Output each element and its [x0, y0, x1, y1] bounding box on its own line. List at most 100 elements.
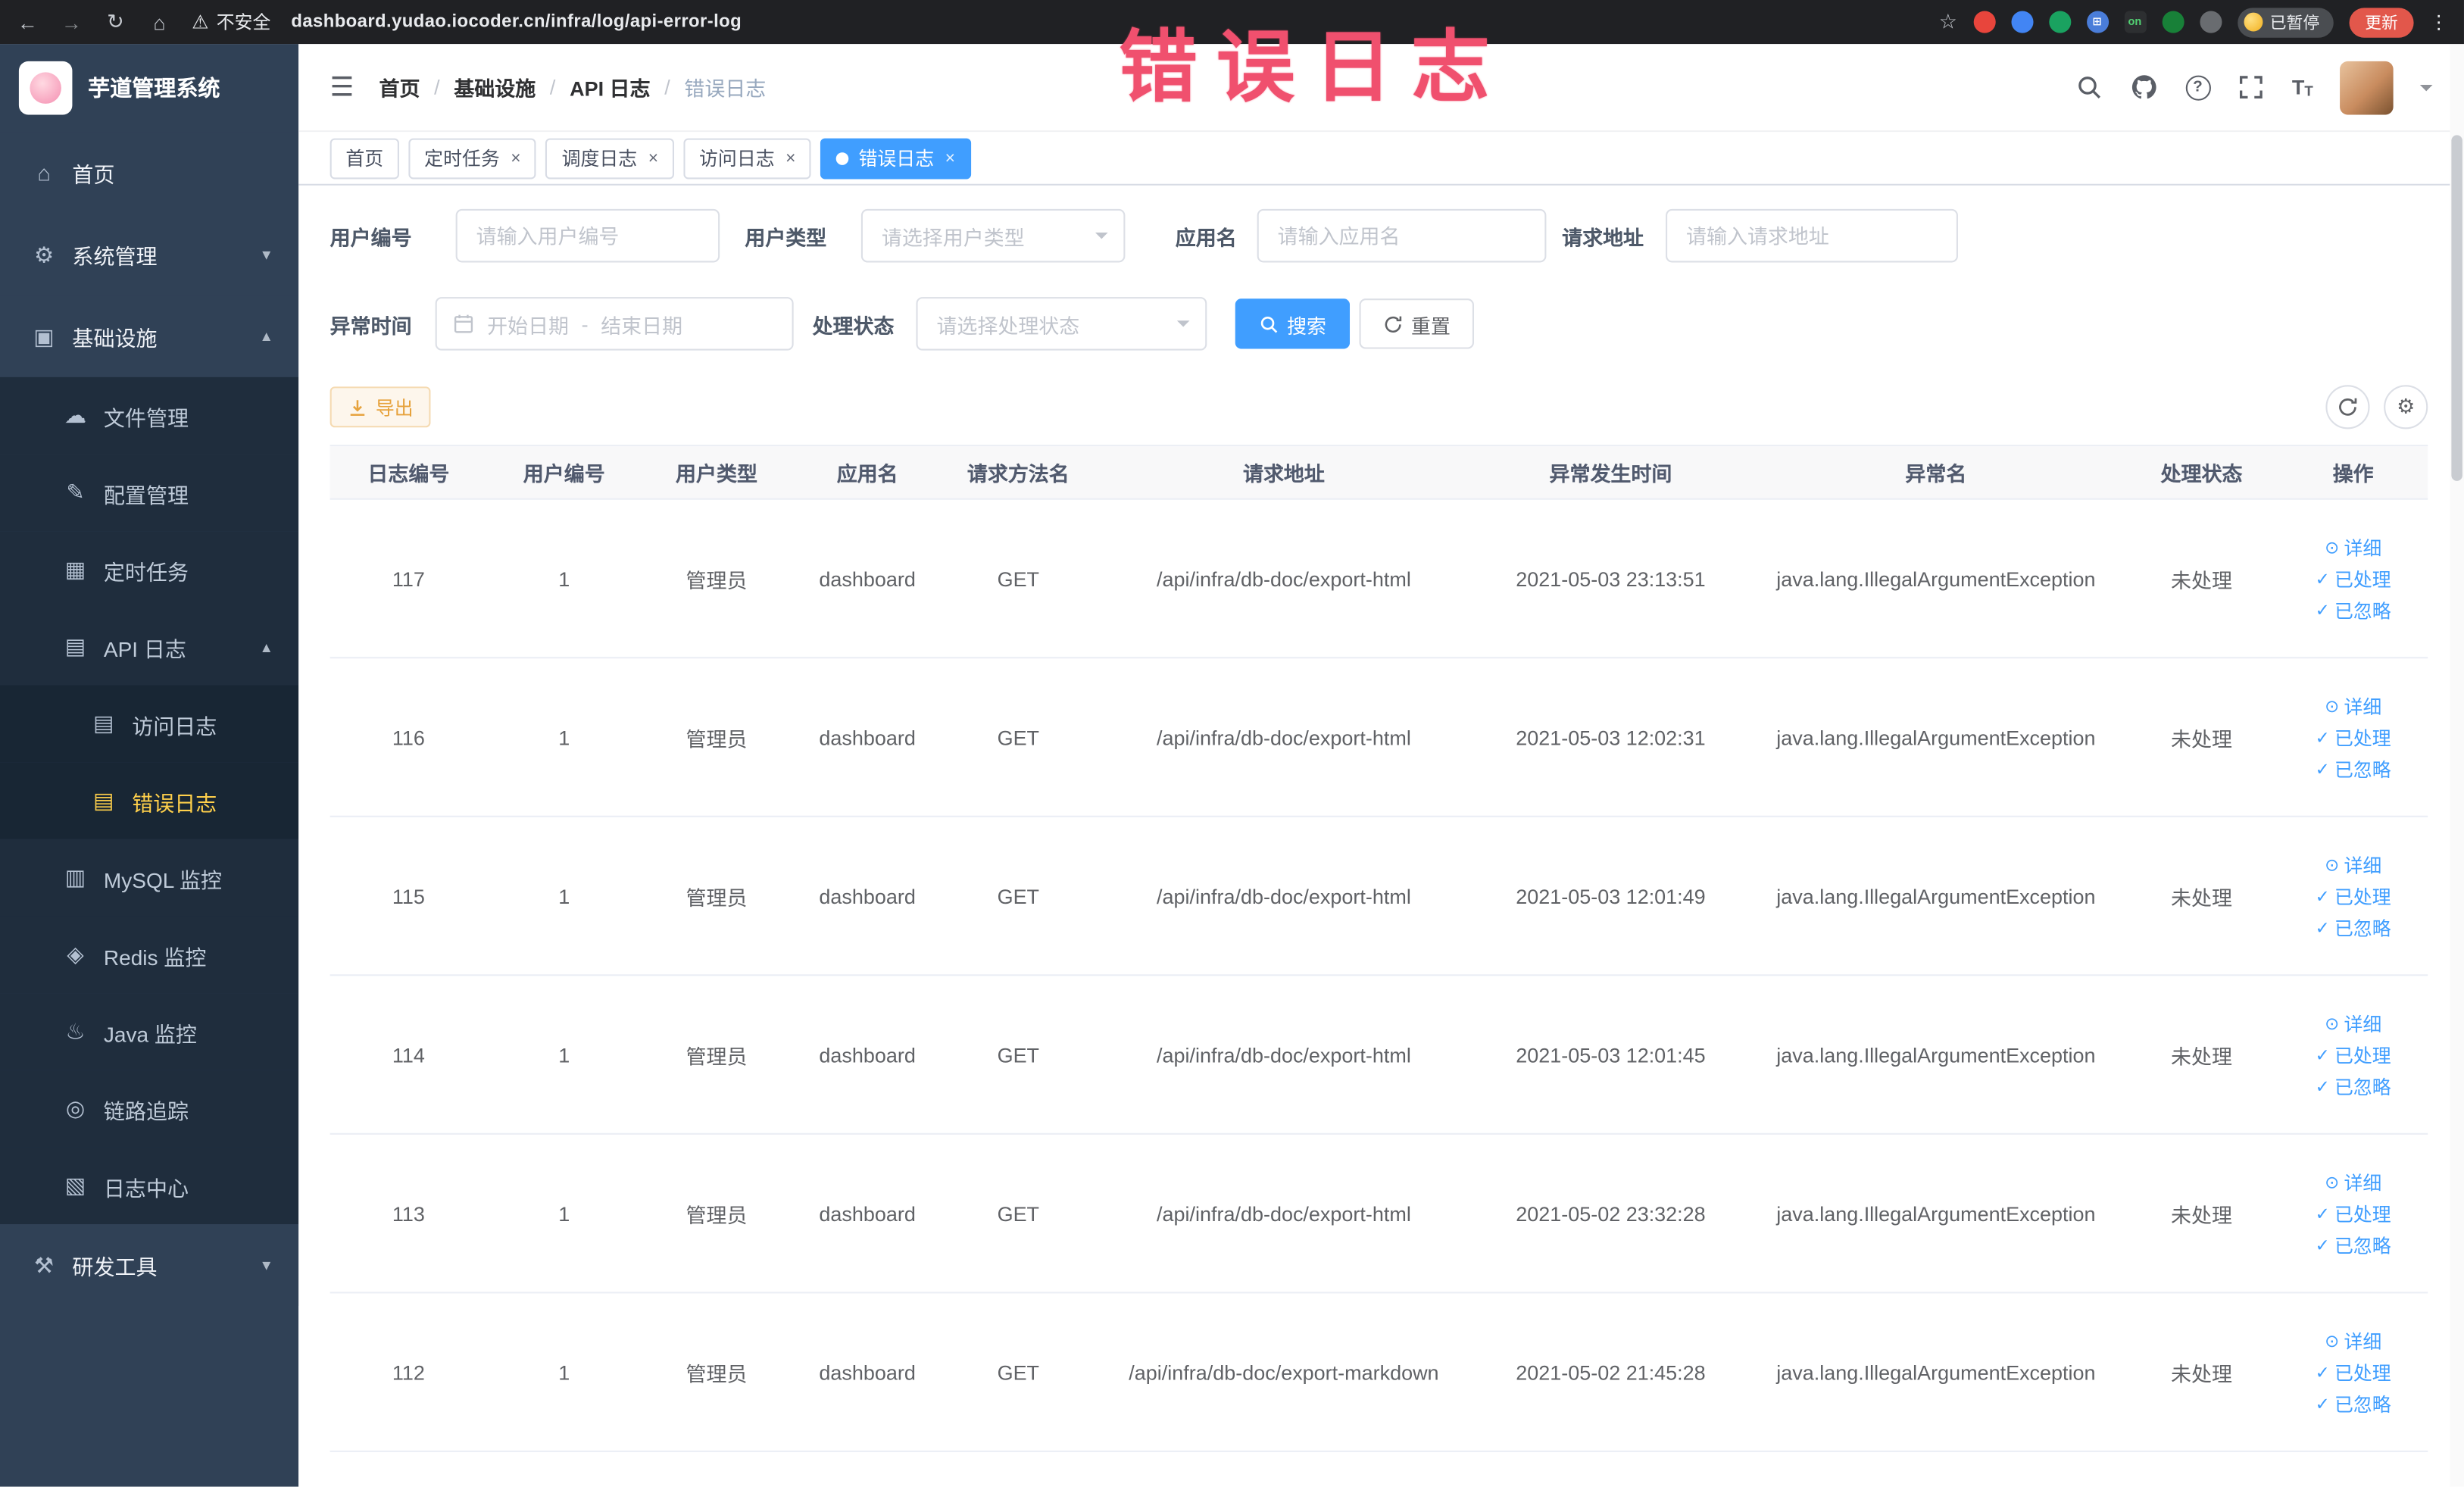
sidebar-item-config-management[interactable]: ✎ 配置管理 [0, 454, 299, 532]
security-indicator[interactable]: ⚠ 不安全 [192, 9, 270, 34]
cell-method: GET [997, 1360, 1040, 1384]
action-processed[interactable]: ✓ 已处理 [2316, 1041, 2391, 1067]
sidebar-item-label: 定时任务 [103, 560, 189, 584]
exception-time-range-picker[interactable]: 开始日期 - 结束日期 [435, 297, 794, 351]
request-url-input[interactable] [1666, 208, 1958, 263]
action-detail-icon: ⊙ [2325, 1014, 2340, 1034]
browser-menu-icon[interactable]: ⋮ [2429, 11, 2448, 33]
chevron-down-icon [1095, 233, 1108, 245]
page-content: 用户编号 用户类型 请选择用户类型 应用名 请求地址 异常时间 [298, 186, 2464, 1487]
user-id-input[interactable] [455, 208, 720, 263]
process-status-select[interactable]: 请选择处理状态 [916, 297, 1207, 351]
action-processed-icon: ✓ [2315, 1204, 2330, 1224]
action-detail[interactable]: ⊙ 详细 [2325, 1010, 2381, 1036]
sidebar-item-system-management[interactable]: ⚙ 系统管理 ▼ [0, 214, 299, 296]
breadcrumb-item[interactable]: 首页 [379, 72, 420, 102]
cell-status: 未处理 [2171, 567, 2232, 592]
action-ignored[interactable]: ✓ 已忽略 [2316, 1390, 2391, 1417]
access-log-icon: ▤ [93, 710, 114, 736]
action-processed[interactable]: ✓ 已处理 [2316, 565, 2391, 592]
breadcrumb-item[interactable]: 基础设施 [454, 72, 536, 102]
extension-puzzle-icon[interactable] [2199, 11, 2222, 33]
bookmark-star-icon[interactable]: ☆ [1939, 9, 1957, 34]
task-icon: ▦ [64, 556, 86, 582]
sidebar-item-label: 首页 [72, 163, 115, 187]
close-icon[interactable]: × [785, 148, 795, 167]
close-icon[interactable]: × [648, 148, 658, 167]
action-processed[interactable]: ✓ 已处理 [2316, 723, 2391, 750]
sidebar-item-api-log[interactable]: ▤ API 日志 ▲ [0, 608, 299, 686]
action-ignored[interactable]: ✓ 已忽略 [2316, 1231, 2391, 1257]
tab-access-log[interactable]: 访问日志 × [683, 137, 812, 179]
sidebar-item-mysql-monitor[interactable]: ▥ MySQL 监控 [0, 839, 299, 917]
refresh-table-button[interactable] [2325, 385, 2370, 430]
action-processed[interactable]: ✓ 已处理 [2316, 1200, 2391, 1226]
sidebar-item-access-log[interactable]: ▤ 访问日志 [0, 685, 299, 763]
action-detail[interactable]: ⊙ 详细 [2325, 1168, 2381, 1195]
paused-badge[interactable]: 已暂停 [2237, 7, 2334, 37]
tab-schedule-log[interactable]: 调度日志 × [545, 137, 674, 179]
app-name-label: 应用名 [1175, 225, 1237, 249]
app-header: ☰ 首页 / 基础设施 / API 日志 / 错误日志 ? TT [298, 44, 2464, 133]
close-icon[interactable]: × [511, 148, 520, 167]
action-detail[interactable]: ⊙ 详细 [2325, 851, 2381, 877]
breadcrumb-item[interactable]: API 日志 [570, 72, 650, 102]
action-ignored[interactable]: ✓ 已忽略 [2316, 596, 2391, 623]
sidebar-item-file-management[interactable]: ☁ 文件管理 [0, 376, 299, 455]
browser-forward-icon[interactable]: → [60, 10, 83, 33]
sidebar-item-log-center[interactable]: ▧ 日志中心 [0, 1147, 299, 1225]
reset-button[interactable]: 重置 [1359, 298, 1475, 349]
sidebar-item-scheduled-tasks[interactable]: ▦ 定时任务 [0, 531, 299, 608]
sidebar-logo-row[interactable]: 芋道管理系统 [0, 44, 298, 132]
sidebar-item-infrastructure[interactable]: ▣ 基础设施 ▲ [0, 295, 299, 377]
action-ignored[interactable]: ✓ 已忽略 [2316, 755, 2391, 782]
tab-scheduled-tasks[interactable]: 定时任务 × [408, 137, 537, 179]
sidebar-item-home[interactable]: ⌂ 首页 [0, 132, 299, 214]
export-button[interactable]: 导出 [329, 386, 431, 428]
action-ignored[interactable]: ✓ 已忽略 [2316, 1073, 2391, 1099]
close-icon[interactable]: × [945, 148, 955, 167]
column-settings-button[interactable]: ⚙ [2384, 385, 2428, 430]
help-icon[interactable]: ? [2184, 74, 2211, 100]
extension-grid-icon[interactable]: ⊞ [2086, 11, 2109, 33]
update-button[interactable]: 更新 [2349, 7, 2414, 37]
search-icon[interactable] [2075, 73, 2103, 101]
extension-green-icon[interactable] [2048, 11, 2071, 33]
action-detail[interactable]: ⊙ 详细 [2325, 533, 2381, 560]
sidebar-item-java-monitor[interactable]: ♨ Java 监控 [0, 993, 299, 1070]
user-type-select[interactable]: 请选择用户类型 [860, 208, 1126, 263]
app-name-input[interactable] [1257, 208, 1547, 263]
action-processed-icon: ✓ [2315, 887, 2330, 907]
action-detail[interactable]: ⊙ 详细 [2325, 1327, 2381, 1354]
extension-on-icon[interactable]: on [2123, 11, 2146, 33]
sidebar-item-redis-monitor[interactable]: ◈ Redis 监控 [0, 916, 299, 994]
sidebar-item-dev-tools[interactable]: ⚒ 研发工具 ▼ [0, 1224, 299, 1306]
active-dot-icon [836, 152, 850, 164]
extension-blue-icon[interactable] [2010, 11, 2033, 33]
tab-home[interactable]: 首页 [329, 137, 399, 179]
github-icon[interactable] [2130, 73, 2158, 101]
browser-back-icon[interactable]: ← [16, 10, 39, 33]
browser-home-icon[interactable]: ⌂ [148, 10, 171, 33]
font-size-icon[interactable]: TT [2292, 76, 2313, 99]
action-processed[interactable]: ✓ 已处理 [2316, 1358, 2391, 1385]
row-actions: ⊙ 详细 ✓ 已处理 ✓ 已忽略 [2278, 500, 2428, 657]
fullscreen-icon[interactable] [2237, 73, 2265, 101]
scrollbar[interactable] [2450, 44, 2464, 1487]
action-detail[interactable]: ⊙ 详细 [2325, 692, 2381, 719]
row-actions: ⊙ 详细 ✓ 已处理 ✓ 已忽略 [2278, 658, 2428, 815]
browser-reload-icon[interactable]: ↻ [104, 9, 127, 34]
sidebar-item-trace[interactable]: ◎ 链路追踪 [0, 1070, 299, 1148]
action-processed[interactable]: ✓ 已处理 [2316, 883, 2391, 909]
address-bar[interactable]: dashboard.yudao.iocoder.cn/infra/log/api… [291, 13, 742, 32]
sidebar-toggle-icon[interactable]: ☰ [330, 71, 354, 102]
extension-red-icon[interactable] [1972, 11, 1995, 33]
search-button[interactable]: 搜索 [1235, 298, 1351, 349]
extension-leaf-icon[interactable] [2161, 11, 2184, 33]
chevron-down-icon[interactable] [2419, 83, 2433, 97]
tab-error-log[interactable]: 错误日志 × [820, 137, 971, 179]
action-ignored[interactable]: ✓ 已忽略 [2316, 914, 2391, 940]
scrollbar-thumb[interactable] [2451, 135, 2462, 481]
user-avatar[interactable] [2340, 60, 2394, 114]
sidebar-item-error-log[interactable]: ▤ 错误日志 [0, 762, 299, 839]
